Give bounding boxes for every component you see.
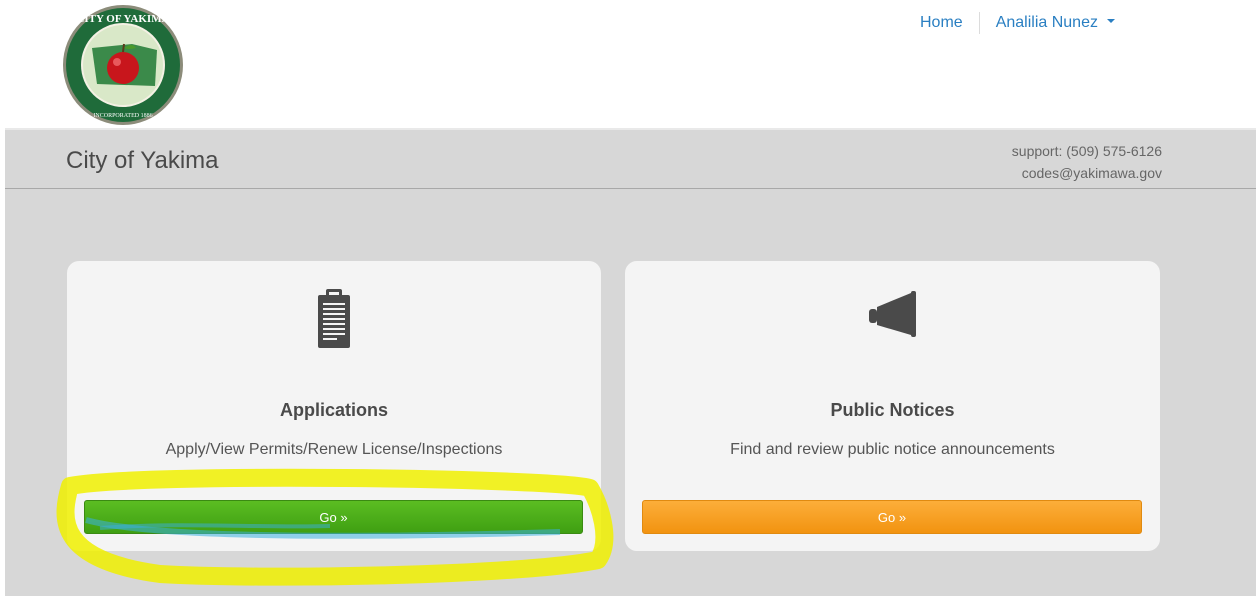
- svg-text:INCORPORATED 1886: INCORPORATED 1886: [93, 113, 152, 119]
- main-content: City of Yakima support: (509) 575-6126 c…: [5, 128, 1256, 596]
- chevron-down-icon: [1107, 18, 1116, 23]
- support-info: support: (509) 575-6126 codes@yakimawa.g…: [1012, 140, 1162, 184]
- top-nav: Home Analilia Nunez: [920, 12, 1116, 34]
- card-description: Find and review public notice announceme…: [730, 441, 1055, 458]
- support-phone: support: (509) 575-6126: [1011, 143, 1162, 159]
- nav-home-link[interactable]: Home: [920, 14, 963, 32]
- nav-divider: [978, 12, 980, 34]
- card-title: Applications: [279, 400, 388, 420]
- page-title: City of Yakima: [66, 147, 219, 174]
- clipboard-icon: [67, 287, 601, 351]
- support-email[interactable]: codes@yakimawa.gov: [1012, 162, 1162, 184]
- city-seal-logo[interactable]: CITY OF YAKIMA INCORPORATED 1886: [62, 4, 184, 126]
- megaphone-icon: [625, 287, 1160, 351]
- user-menu-dropdown[interactable]: Analilia Nunez: [996, 14, 1116, 32]
- applications-card: Applications Apply/View Permits/Renew Li…: [67, 261, 601, 551]
- public-notices-card: Public Notices Find and review public no…: [625, 261, 1160, 551]
- card-description: Apply/View Permits/Renew License/Inspect…: [165, 441, 503, 458]
- top-bar: CITY OF YAKIMA INCORPORATED 1886 Home An…: [0, 0, 1256, 128]
- card-title: Public Notices: [830, 400, 955, 420]
- public-notices-go-button[interactable]: Go »: [642, 500, 1142, 534]
- svg-text:CITY OF YAKIMA: CITY OF YAKIMA: [76, 13, 169, 25]
- user-name: Analilia Nunez: [995, 14, 1098, 31]
- applications-go-button[interactable]: Go »: [84, 500, 583, 534]
- page-header-bar: City of Yakima support: (509) 575-6126 c…: [5, 128, 1256, 189]
